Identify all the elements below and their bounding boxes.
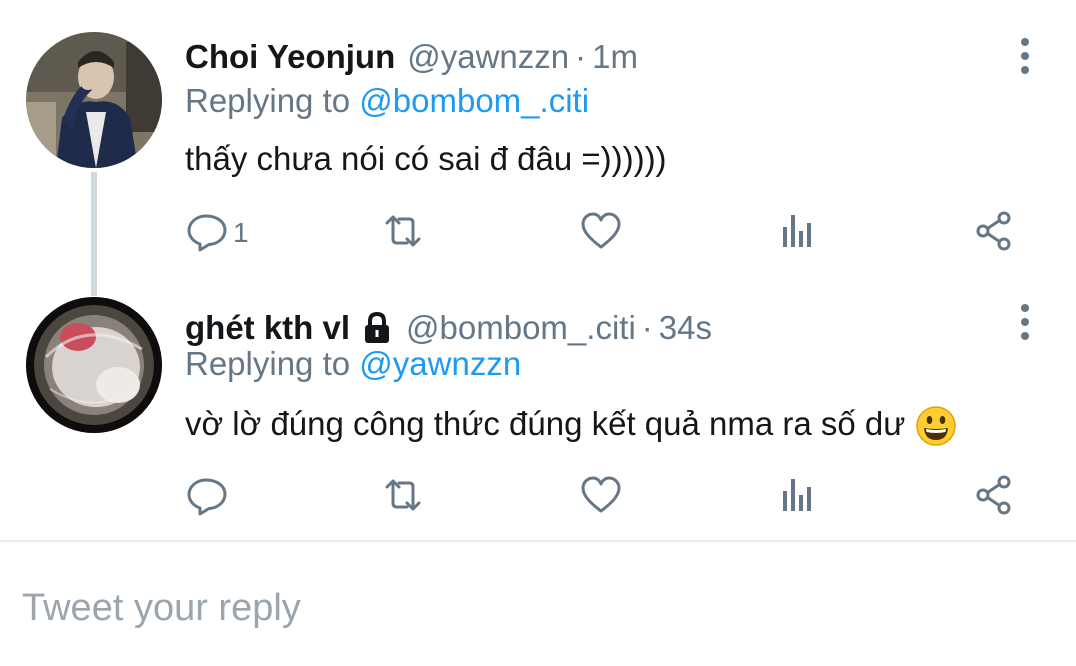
- tweet-header: Choi Yeonjun @yawnzzn · 1m: [185, 32, 638, 82]
- separator-dot: ·: [575, 38, 587, 75]
- reply-input[interactable]: Tweet your reply: [22, 578, 1052, 638]
- replying-prefix: Replying to: [185, 82, 351, 119]
- reply-icon: [185, 473, 229, 522]
- more-options-icon[interactable]: [1010, 36, 1040, 76]
- retweet-button[interactable]: [381, 472, 425, 522]
- timestamp[interactable]: 1m: [592, 38, 638, 76]
- tweet[interactable]: ghét kth vl @bombom_.citi · 34s Replying…: [0, 280, 1076, 540]
- analytics-icon: [776, 209, 820, 258]
- like-icon: [579, 209, 623, 258]
- reply-count: 1: [233, 217, 249, 248]
- replying-to-mention[interactable]: @yawnzzn: [359, 345, 521, 382]
- reply-placeholder: Tweet your reply: [22, 586, 301, 629]
- grinning-face-emoji: [915, 405, 957, 447]
- analytics-icon: [776, 473, 820, 522]
- retweet-icon: [381, 209, 425, 258]
- share-button[interactable]: [972, 472, 1016, 522]
- avatar[interactable]: [26, 297, 162, 433]
- separator-dot: ·: [641, 309, 653, 346]
- analytics-button[interactable]: [776, 472, 820, 522]
- user-handle[interactable]: @yawnzzn: [407, 38, 569, 76]
- tweet-text: vờ lờ đúng công thức đúng kết quả nma ra…: [185, 405, 957, 447]
- like-button[interactable]: [579, 208, 623, 258]
- reply-button[interactable]: 1: [185, 208, 249, 258]
- reply-button[interactable]: [185, 472, 233, 522]
- analytics-button[interactable]: [776, 208, 820, 258]
- like-button[interactable]: [579, 472, 623, 522]
- share-icon: [972, 473, 1016, 522]
- share-button[interactable]: [972, 208, 1016, 258]
- reply-icon: [185, 209, 229, 258]
- more-options-icon[interactable]: [1010, 302, 1040, 342]
- avatar[interactable]: [26, 32, 162, 168]
- retweet-button[interactable]: [381, 208, 425, 258]
- share-icon: [972, 209, 1016, 258]
- tweet-actions: [0, 472, 1076, 522]
- tweet-text-content: vờ lờ đúng công thức đúng kết quả nma ra…: [185, 405, 906, 442]
- replying-prefix: Replying to: [185, 345, 351, 382]
- replying-to-mention[interactable]: @bombom_.citi: [359, 82, 589, 119]
- replying-to: Replying to @yawnzzn: [185, 345, 521, 383]
- like-icon: [579, 473, 623, 522]
- tweet-text: thấy chưa nói có sai đ đâu =)))))): [185, 140, 667, 177]
- replying-to: Replying to @bombom_.citi: [185, 82, 589, 120]
- user-handle[interactable]: @bombom_.citi: [406, 309, 636, 347]
- retweet-icon: [381, 473, 425, 522]
- lock-icon: [360, 311, 394, 345]
- timestamp[interactable]: 34s: [659, 309, 712, 347]
- display-name[interactable]: Choi Yeonjun: [185, 38, 395, 76]
- display-name[interactable]: ghét kth vl: [185, 309, 350, 347]
- tweet-actions: 1: [0, 208, 1076, 258]
- tweet[interactable]: Choi Yeonjun @yawnzzn · 1m Replying to @…: [0, 0, 1076, 296]
- divider: [0, 540, 1076, 542]
